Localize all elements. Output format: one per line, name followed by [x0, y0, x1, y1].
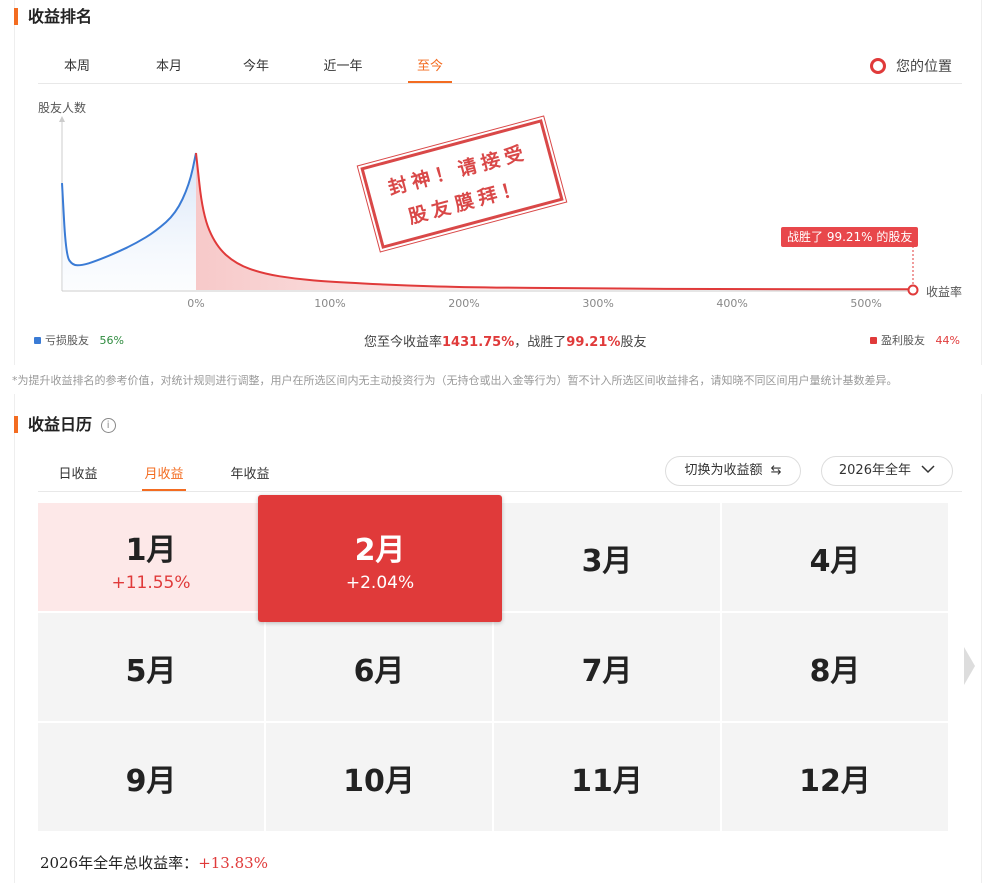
month-name: 9月 — [125, 764, 177, 799]
month-name: 5月 — [125, 654, 177, 689]
chart-xlabel: 收益率 — [926, 285, 963, 299]
x-tick-label: 100% — [314, 297, 346, 310]
chevron-down-icon — [921, 465, 935, 474]
loss-legend-swatch — [34, 337, 41, 344]
profit-label: 盈利股友 — [881, 334, 925, 347]
beat-callout: 战胜了 99.21% 的股友 — [781, 227, 919, 247]
year-select-value: 2026年全年 — [838, 463, 911, 478]
month-name: 2月 — [354, 533, 406, 568]
y-axis-arrow — [59, 116, 65, 122]
month-name: 3月 — [581, 544, 633, 579]
calendar-title-text: 收益日历 — [28, 415, 93, 434]
loss-label: 亏损股友 — [45, 334, 89, 347]
month-cell[interactable]: 4月 — [722, 503, 948, 611]
month-calendar: 1月 +11.55% 2月 +2.04% 3月 4月 5月 6月 7月 8月 9月 10月 11月 12月 — [38, 495, 949, 831]
profit-legend-swatch — [870, 337, 877, 344]
summary-suffix: 股友 — [620, 335, 647, 350]
month-cell[interactable]: 8月 — [722, 613, 948, 721]
my-position-marker — [907, 284, 919, 296]
month-cell[interactable]: 3月 — [494, 503, 720, 611]
month-cell[interactable]: 7月 — [494, 613, 720, 721]
month-name: 11月 — [571, 764, 643, 799]
year-total-label: 2026年全年总收益率： — [40, 854, 199, 872]
month-cell[interactable]: 2月 +2.04% — [258, 495, 502, 622]
tab-monthly[interactable]: 月收益 — [142, 465, 186, 491]
loss-pct: 56% — [99, 334, 124, 347]
tab-yearly[interactable]: 年收益 — [228, 465, 272, 491]
year-total-value: +13.83% — [198, 854, 268, 872]
month-cell[interactable]: 10月 — [266, 723, 492, 831]
calendar-title: 收益日历 i — [14, 415, 116, 435]
month-name: 8月 — [809, 654, 861, 689]
loss-area — [62, 153, 196, 290]
x-tick-label: 300% — [582, 297, 614, 310]
switch-amount-label: 切换为收益额 — [684, 463, 763, 478]
month-return: +11.55% — [111, 573, 191, 593]
summary-rate: 1431.75% — [442, 335, 515, 350]
summary-mid: ，战胜了 — [514, 335, 567, 350]
beat-callout-text: 战胜了 99.21% 的股友 — [787, 230, 913, 244]
month-cell[interactable]: 11月 — [494, 723, 720, 831]
year-select[interactable]: 2026年全年 — [821, 456, 953, 486]
month-cell[interactable]: 12月 — [722, 723, 948, 831]
month-cell[interactable]: 1月 +11.55% — [38, 503, 264, 611]
tab-daily[interactable]: 日收益 — [56, 465, 100, 491]
calendar-tabs: 日收益 月收益 年收益 — [56, 465, 272, 491]
swap-icon: ⇆ — [770, 463, 782, 478]
month-name: 12月 — [799, 764, 871, 799]
ranking-summary: 您至今收益率1431.75%，战胜了99.21%股友 — [364, 331, 646, 350]
month-name: 4月 — [809, 544, 861, 579]
loss-legend: 亏损股友 56% — [34, 332, 124, 348]
month-name: 7月 — [581, 654, 633, 689]
month-name: 6月 — [353, 654, 405, 689]
x-tick-label: 500% — [850, 297, 882, 310]
profit-legend: 盈利股友 44% — [870, 332, 960, 348]
month-name: 10月 — [343, 764, 415, 799]
calendar-tabs-divider — [38, 491, 962, 492]
ranking-note: *为提升收益排名的参考价值，对统计规则进行调整，用户在所选区间内无主动投资行为（… — [12, 374, 898, 387]
month-name: 1月 — [125, 533, 177, 568]
next-arrow[interactable] — [964, 647, 975, 685]
x-tick-label: 400% — [716, 297, 748, 310]
month-cell[interactable]: 9月 — [38, 723, 264, 831]
profit-pct: 44% — [935, 334, 960, 347]
month-return: +2.04% — [345, 573, 415, 593]
info-icon[interactable]: i — [100, 418, 116, 433]
switch-amount-button[interactable]: 切换为收益额 ⇆ — [665, 456, 801, 486]
month-cell[interactable]: 6月 — [266, 613, 492, 721]
summary-beat: 99.21% — [566, 335, 621, 350]
summary-prefix: 您至今收益率 — [364, 335, 443, 350]
year-total: 2026年全年总收益率：+13.83% — [40, 852, 268, 873]
x-tick-label: 0% — [187, 297, 205, 310]
month-cell[interactable]: 5月 — [38, 613, 264, 721]
x-tick-label: 200% — [448, 297, 480, 310]
